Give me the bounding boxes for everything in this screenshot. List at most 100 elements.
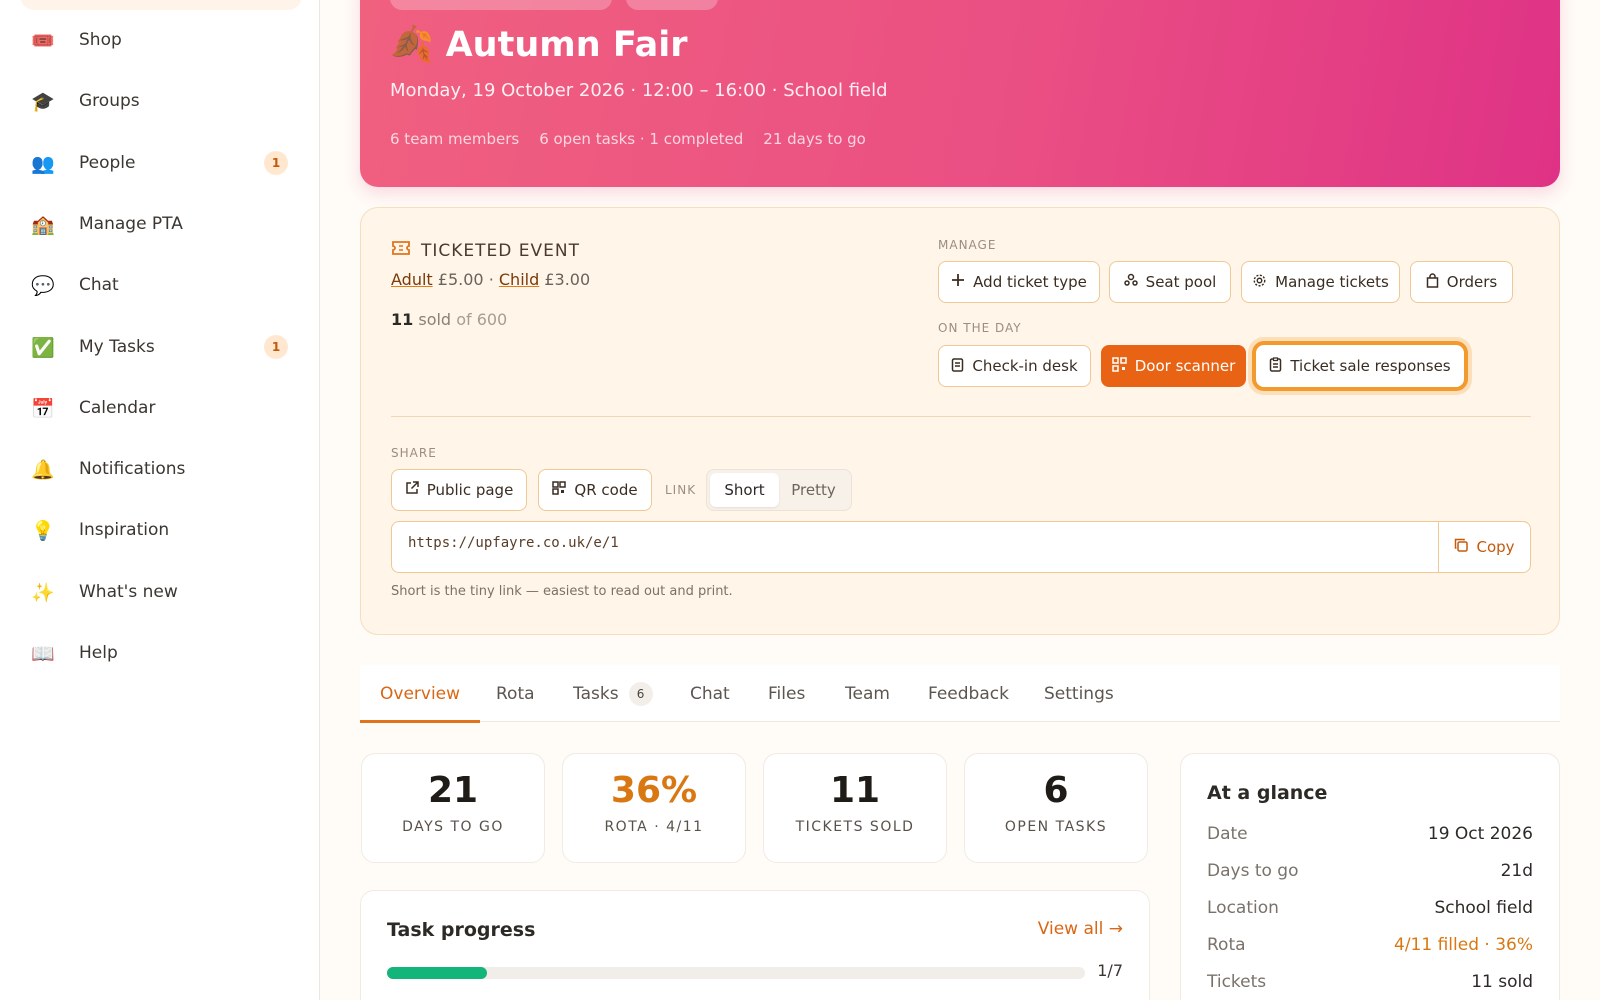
link-label: LINK xyxy=(665,483,697,497)
event-datetime-location: Monday, 19 October 2026 · 12:00 – 16:00 … xyxy=(390,80,888,101)
tab-feedback[interactable]: Feedback xyxy=(928,665,1009,722)
link-helper-text: Short is the tiny link — easiest to read… xyxy=(391,584,733,599)
sidebar-item-label: My Tasks xyxy=(79,337,155,357)
role-chip[interactable] xyxy=(626,0,718,10)
tab-tasks[interactable]: Tasks 6 xyxy=(573,665,653,722)
notification-badge: 1 xyxy=(264,335,288,359)
share-section-label: SHARE xyxy=(391,446,437,460)
page-title: 🍂 Autumn Fair xyxy=(390,24,688,66)
ticket-icon: 🎟️ xyxy=(31,29,55,52)
sidebar-item-label: Notifications xyxy=(79,459,186,479)
public-page-button[interactable]: Public page xyxy=(391,469,527,511)
share-url-input[interactable]: https://upfayre.co.uk/e/1 xyxy=(392,522,1438,572)
sidebar-item-my-tasks[interactable]: ✅ My Tasks 1 xyxy=(20,324,300,370)
sidebar-item-notifications[interactable]: 🔔 Notifications xyxy=(20,446,300,492)
clipboard-list-icon xyxy=(1269,356,1282,376)
sidebar-item-label: Help xyxy=(79,643,118,663)
book-icon: 📖 xyxy=(31,642,55,665)
sidebar-item-label: What's new xyxy=(79,582,178,602)
tab-chat[interactable]: Chat xyxy=(690,665,730,722)
task-progress-fill xyxy=(387,967,487,979)
sidebar-item-label: Manage PTA xyxy=(79,214,183,234)
view-all-tasks-link[interactable]: View all → xyxy=(1038,919,1123,939)
link-style-pretty[interactable]: Pretty xyxy=(779,473,848,507)
sidebar-item-label: Shop xyxy=(79,30,122,50)
add-ticket-type-button[interactable]: Add ticket type xyxy=(938,261,1100,303)
sidebar-item-label: Chat xyxy=(79,275,119,295)
task-progress-count: 1/7 xyxy=(1097,961,1123,980)
sidebar-item-groups[interactable]: 🎓 Groups xyxy=(20,78,300,124)
copy-url-button[interactable]: Copy xyxy=(1438,522,1530,572)
ticket-type-adult[interactable]: Adult xyxy=(391,270,433,289)
at-a-glance-card: At a glance Date 19 Oct 2026 Days to go … xyxy=(1180,753,1560,1000)
stat-label: OPEN TASKS xyxy=(1004,819,1108,835)
orders-button[interactable]: Orders xyxy=(1410,261,1513,303)
seat-pool-button[interactable]: Seat pool xyxy=(1109,261,1231,303)
shopping-bag-icon xyxy=(1426,272,1439,292)
tasks-count-badge: 6 xyxy=(628,681,653,706)
ticket-icon xyxy=(391,240,411,261)
seat-pool-icon xyxy=(1123,273,1138,291)
lightbulb-icon: 💡 xyxy=(31,519,55,542)
ticket-price-child: £3.00 xyxy=(544,270,591,289)
days-to-go: 21 days to go xyxy=(763,130,866,148)
event-tabs: Overview Rota Tasks 6 Chat Files Team Fe… xyxy=(359,665,1560,723)
sidebar-top-item[interactable] xyxy=(20,0,302,10)
at-a-glance-title: At a glance xyxy=(1207,782,1328,804)
sidebar-item-shop[interactable]: 🎟️ Shop xyxy=(20,17,300,63)
stat-value: 21 xyxy=(427,770,479,811)
ticket-type-child[interactable]: Child xyxy=(499,270,539,289)
glance-row-date: Date 19 Oct 2026 xyxy=(1207,824,1533,844)
event-title: Autumn Fair xyxy=(445,24,688,65)
manage-section-label: MANAGE xyxy=(938,238,997,252)
speech-bubble-icon: 💬 xyxy=(31,274,55,297)
stat-value: 6 xyxy=(1043,770,1069,811)
stat-rota: 36% ROTA · 4/11 xyxy=(562,753,746,863)
sparkles-icon: ✨ xyxy=(31,581,55,604)
link-style-short[interactable]: Short xyxy=(710,473,779,507)
tab-settings[interactable]: Settings xyxy=(1044,665,1114,722)
external-link-icon xyxy=(405,481,419,499)
stat-open-tasks: 6 OPEN TASKS xyxy=(964,753,1148,863)
tab-overview[interactable]: Overview xyxy=(359,665,481,723)
stat-label: ROTA · 4/11 xyxy=(604,819,704,835)
team-members-count: 6 team members xyxy=(390,130,520,148)
tickets-sold-summary: 11 sold of 600 xyxy=(391,310,508,329)
sidebar-item-label: Calendar xyxy=(79,398,156,418)
tab-rota[interactable]: Rota xyxy=(496,665,535,722)
sidebar-item-inspiration[interactable]: 💡 Inspiration xyxy=(20,507,300,553)
link-style-toggle: Short Pretty xyxy=(706,469,852,511)
sidebar-item-manage-pta[interactable]: 🏫 Manage PTA xyxy=(20,201,300,247)
sidebar-item-calendar[interactable]: 📅 Calendar xyxy=(20,385,300,431)
check-in-desk-button[interactable]: Check-in desk xyxy=(938,345,1091,387)
glance-row-days-to-go: Days to go 21d xyxy=(1207,861,1533,881)
tab-team[interactable]: Team xyxy=(845,665,890,722)
clipboard-icon xyxy=(951,357,964,376)
sidebar: 🎟️ Shop 🎓 Groups 👥 People 1 🏫 Manage PTA… xyxy=(0,0,320,1000)
school-chip[interactable] xyxy=(390,0,612,10)
manage-tickets-button[interactable]: Manage tickets xyxy=(1241,261,1400,303)
sidebar-item-chat[interactable]: 💬 Chat xyxy=(20,262,300,308)
on-the-day-section-label: ON THE DAY xyxy=(938,321,1022,335)
ticketed-event-heading: TICKETED EVENT xyxy=(391,240,580,261)
ticket-sale-responses-button[interactable]: Ticket sale responses xyxy=(1256,345,1464,387)
ticket-prices: Adult £5.00 · Child £3.00 xyxy=(391,270,591,289)
ticket-price-adult: £5.00 xyxy=(437,270,484,289)
sidebar-item-whats-new[interactable]: ✨ What's new xyxy=(20,569,300,615)
glance-row-location: Location School field xyxy=(1207,898,1533,918)
qr-code-button[interactable]: QR code xyxy=(538,469,652,511)
sidebar-item-people[interactable]: 👥 People 1 xyxy=(20,140,300,186)
door-scanner-button[interactable]: Door scanner xyxy=(1101,345,1246,387)
qr-code-icon xyxy=(552,481,567,499)
sidebar-item-help[interactable]: 📖 Help xyxy=(20,630,300,676)
share-url-field: https://upfayre.co.uk/e/1 Copy xyxy=(391,521,1531,573)
stat-tickets-sold: 11 TICKETS SOLD xyxy=(763,753,947,863)
tab-files[interactable]: Files xyxy=(768,665,805,722)
ticketed-event-card: TICKETED EVENT Adult £5.00 · Child £3.00… xyxy=(360,207,1560,635)
sidebar-item-label: Inspiration xyxy=(79,520,170,540)
event-meta: 6 team members 6 open tasks · 1 complete… xyxy=(390,130,866,148)
tasks-summary: 6 open tasks · 1 completed xyxy=(539,130,744,148)
calendar-icon: 📅 xyxy=(31,397,55,420)
checkmark-icon: ✅ xyxy=(31,336,55,359)
notification-badge: 1 xyxy=(264,151,288,175)
